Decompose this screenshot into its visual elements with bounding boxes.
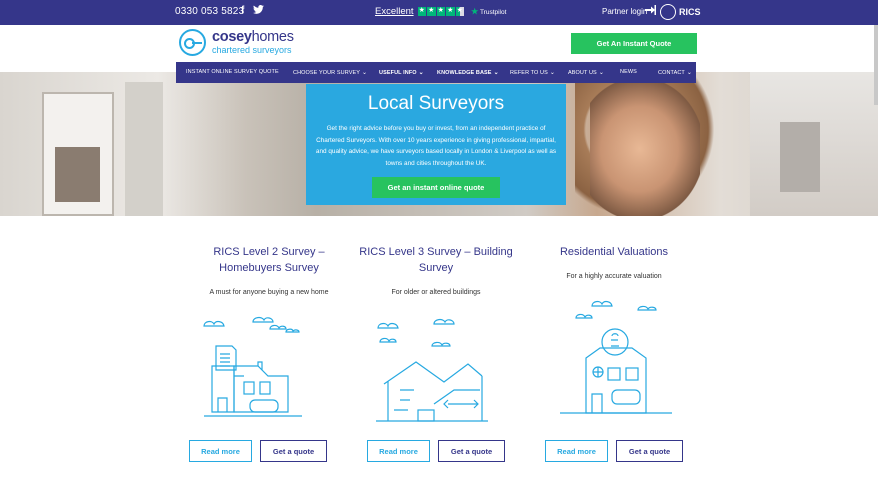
card-title[interactable]: Residential Valuations <box>529 244 699 260</box>
star-icon: ★ <box>436 7 446 16</box>
nav-item-refer-to-us[interactable]: REFER TO US ⌄ <box>510 69 555 76</box>
trustpilot-excellent[interactable]: Excellent <box>375 6 414 17</box>
hero-photo-face <box>590 82 700 216</box>
rics-text: RICS <box>679 7 701 17</box>
site-logo[interactable]: coseyhomes chartered surveyors <box>179 29 294 56</box>
nav-label: NEWS <box>620 69 637 75</box>
read-more-button[interactable]: Read more <box>367 440 430 462</box>
nav-item-knowledge-base[interactable]: KNOWLEDGE BASE ⌄ <box>437 69 499 76</box>
valuation-card: Residential Valuations For a highly accu… <box>529 244 699 280</box>
nav-item-choose-survey[interactable]: CHOOSE YOUR SURVEY ⌄ <box>293 69 367 76</box>
card-title[interactable]: RICS Level 2 Survey – Homebuyers Survey <box>184 244 354 276</box>
online-quote-button[interactable]: Get an instant online quote <box>372 177 500 198</box>
nav-label: CONTACT <box>658 70 685 76</box>
login-icon[interactable] <box>645 5 656 18</box>
get-quote-button[interactable]: Get a quote <box>260 440 327 462</box>
card-title[interactable]: RICS Level 3 Survey – Building Survey <box>351 244 521 276</box>
twitter-icon[interactable] <box>253 5 264 17</box>
house-valuation-icon <box>560 300 672 414</box>
site-header: coseyhomes chartered surveyors Get An In… <box>0 25 878 62</box>
card-description: A must for anyone buying a new home <box>209 289 329 296</box>
chevron-down-icon: ⌄ <box>493 70 499 76</box>
rics-emblem-icon <box>660 4 676 20</box>
scrollbar[interactable] <box>874 25 878 105</box>
phone-number[interactable]: 0330 053 5823 <box>175 6 244 17</box>
get-quote-button[interactable]: Get a quote <box>438 440 505 462</box>
nav-item-about-us[interactable]: ABOUT US ⌄ <box>568 69 604 76</box>
chevron-down-icon: ⌄ <box>418 70 424 76</box>
house-survey-icon <box>376 318 488 422</box>
nav-item-contact[interactable]: CONTACT ⌄ <box>658 69 692 76</box>
chevron-down-icon: ⌄ <box>362 70 368 76</box>
hero-photo-poster <box>55 147 100 202</box>
hero-title: Local Surveyors <box>367 93 505 114</box>
nav-item-useful-info[interactable]: USEFUL INFO ⌄ <box>379 69 424 76</box>
trustpilot-star-icon: ★ <box>471 7 479 16</box>
nav-label: ABOUT US <box>568 70 597 76</box>
survey-card-level3: RICS Level 3 Survey – Building Survey Fo… <box>351 244 521 296</box>
read-more-button[interactable]: Read more <box>189 440 252 462</box>
main-nav: INSTANT ONLINE SURVEY QUOTE CHOOSE YOUR … <box>176 62 696 83</box>
star-icon: ★ <box>417 7 427 16</box>
survey-card-level2: RICS Level 2 Survey – Homebuyers Survey … <box>184 244 354 296</box>
house-checklist-icon <box>203 316 302 417</box>
trustpilot-logo-text: Trustpilot <box>479 9 507 16</box>
chevron-down-icon: ⌄ <box>549 70 556 76</box>
trustpilot-logo: ★ Trustpilot <box>471 7 506 16</box>
nav-label: CHOOSE YOUR SURVEY <box>293 70 361 76</box>
partner-login-link[interactable]: Partner login <box>602 7 647 16</box>
top-bar: 0330 053 5823 f Excellent ★ ★ ★ ★ ★ ★ Tr… <box>0 0 878 25</box>
chevron-down-icon: ⌄ <box>686 70 693 76</box>
get-quote-button[interactable]: Get a quote <box>616 440 683 462</box>
rics-logo: RICS <box>660 4 701 20</box>
nav-label: KNOWLEDGE BASE <box>437 70 492 76</box>
card-description: For a highly accurate valuation <box>566 273 662 280</box>
nav-label: USEFUL INFO <box>379 70 417 76</box>
star-icon: ★ <box>446 7 455 16</box>
trustpilot-rating[interactable]: Excellent ★ ★ ★ ★ ★ ★ Trustpilot <box>375 6 506 17</box>
hero-photo-frame <box>125 82 163 216</box>
read-more-button[interactable]: Read more <box>545 440 608 462</box>
hero-panel: Local Surveyors Get the right advice bef… <box>306 84 566 205</box>
nav-label: REFER TO US <box>510 70 548 76</box>
star-half-icon: ★ <box>455 7 465 16</box>
logo-rest-text: homes <box>251 29 294 46</box>
logo-bold-text: cosey <box>212 29 252 46</box>
star-icon: ★ <box>427 7 436 16</box>
instant-quote-button[interactable]: Get An Instant Quote <box>571 33 697 54</box>
chevron-down-icon: ⌄ <box>598 70 604 76</box>
trustpilot-stars: ★ ★ ★ ★ ★ <box>417 7 465 16</box>
nav-item-instant-quote[interactable]: INSTANT ONLINE SURVEY QUOTE <box>186 69 279 75</box>
hero-text: Get the right advice before you buy or i… <box>315 125 557 167</box>
facebook-icon[interactable]: f <box>241 5 244 16</box>
card-description: For older or altered buildings <box>391 289 481 296</box>
logo-subtitle: chartered surveyors <box>212 44 292 55</box>
nav-label: INSTANT ONLINE SURVEY QUOTE <box>186 69 279 75</box>
key-logo-icon <box>179 29 206 56</box>
nav-item-news[interactable]: NEWS <box>620 69 637 75</box>
hero-photo-building <box>750 72 878 216</box>
